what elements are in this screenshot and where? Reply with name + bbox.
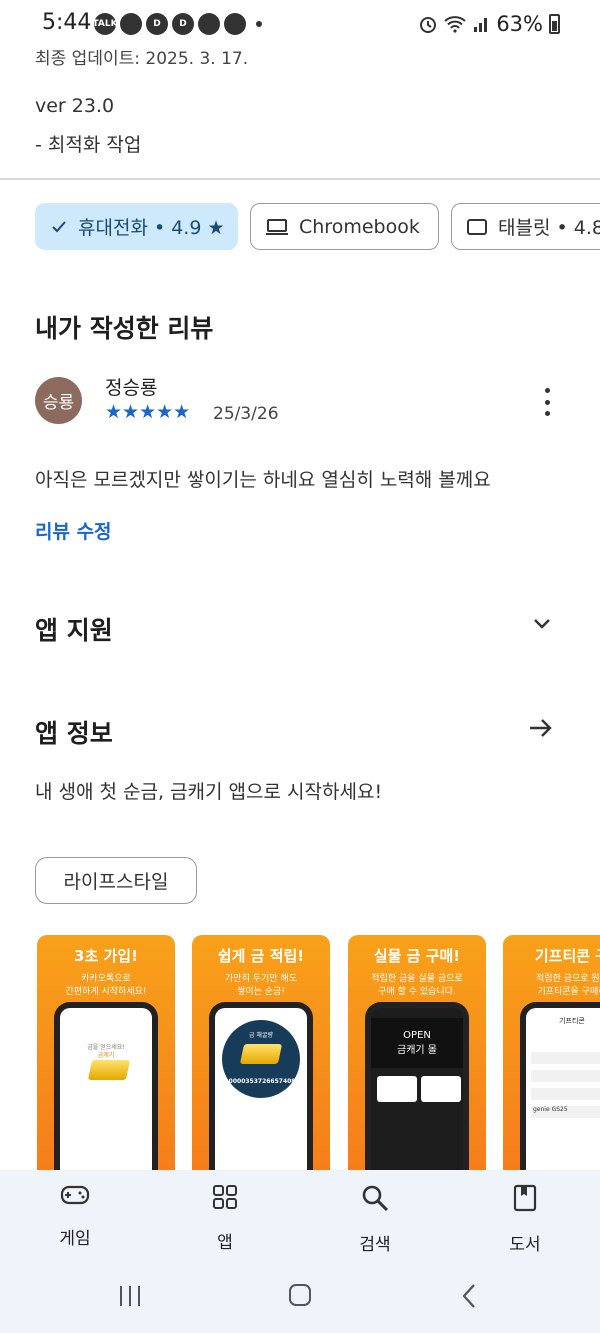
screenshot-1[interactable]: 3초 가입! 카카오톡으로 간편하게 시작하세요! 금을 얻으세요! 금캐기 xyxy=(37,935,175,1175)
apps-grid-icon xyxy=(213,1185,237,1209)
wifi-icon xyxy=(444,16,466,33)
screenshot-subtitle: 적립한 금으로 원하 기프티콘을 구매하 xyxy=(507,973,600,999)
screenshot-sub-line: 적립한 금으로 원하 기프티콘을 구매하 xyxy=(536,974,600,997)
chat-bubble-icon xyxy=(120,13,142,35)
home-button[interactable] xyxy=(289,1284,311,1306)
phone-mockup: OPEN 금캐기 몰 xyxy=(365,1002,469,1175)
notification-icons: TALK D D xyxy=(92,13,262,35)
phone-mockup: 금 채굴량 0.000035372665740​8g xyxy=(209,1002,313,1175)
d-app-icon: D xyxy=(146,13,168,35)
phone-mockup: 기프티콘 genie GS25 xyxy=(520,1002,600,1175)
nav-label: 게임 xyxy=(59,1229,91,1249)
gift-rows: genie GS25 xyxy=(531,1052,600,1124)
mining-circle: 금 채굴량 0.000035372665740​8g xyxy=(222,1020,300,1098)
screenshot-subtitle: 적립한 금을 실물 금으로 구매 할 수 있습니다. xyxy=(352,973,482,999)
signal-icon xyxy=(474,18,488,32)
phone-screen: 기프티콘 genie GS25 xyxy=(526,1008,600,1175)
last-updated: 최종 업데이트: 2025. 3. 17. xyxy=(35,49,249,69)
chip-phone[interactable]: 휴대전화 • 4.9 ★ xyxy=(35,203,238,250)
phone-screen: 금 채굴량 0.000035372665740​8g xyxy=(215,1008,307,1175)
chat-bubble-icon xyxy=(224,13,246,35)
alarm-icon xyxy=(420,17,437,33)
screenshot-title: 쉽게 금 적립! xyxy=(217,947,305,965)
screen-text: 기프티콘 xyxy=(559,1017,585,1025)
product-cards xyxy=(377,1076,461,1102)
gamepad-icon xyxy=(60,1185,90,1205)
reviewer-name: 정승룡 xyxy=(105,377,158,399)
section-divider xyxy=(0,178,600,180)
screen-text: 금 채굴량 xyxy=(249,1032,273,1039)
screenshot-4[interactable]: 기프티콘 구 적립한 금으로 원하 기프티콘을 구매하 기프티콘 genie G… xyxy=(503,935,600,1175)
phone-screen: OPEN 금캐기 몰 xyxy=(371,1008,463,1175)
recent-apps-button[interactable] xyxy=(120,1286,140,1306)
nav-books[interactable]: 도서 xyxy=(475,1184,575,1255)
screen-text: 금캐기 xyxy=(97,1052,115,1059)
gallery-icon xyxy=(198,13,220,35)
status-right: 63% xyxy=(418,12,560,36)
phone-mockup: 금을 얻으세요! 금캐기 xyxy=(54,1002,158,1175)
tablet-icon xyxy=(467,218,487,235)
app-support-title[interactable]: 앱 지원 xyxy=(35,611,113,647)
device-filter-chips: 휴대전화 • 4.9 ★ Chromebook 태블릿 • 4.8 xyxy=(35,203,600,251)
screenshot-2[interactable]: 쉽게 금 적립! 가만히 두기만 해도 쌓이는 순금! 금 채굴량 0.0000… xyxy=(192,935,330,1175)
nav-label: 검색 xyxy=(359,1235,391,1255)
nav-apps[interactable]: 앱 xyxy=(175,1184,275,1253)
screenshot-subtitle: 가만히 두기만 해도 쌓이는 순금! xyxy=(196,973,326,999)
edit-review-link[interactable]: 리뷰 수정 xyxy=(35,517,112,544)
chip-label: 태블릿 • 4.8 xyxy=(498,217,600,239)
nav-search[interactable]: 검색 xyxy=(325,1184,425,1255)
review-date: 25/3/26 xyxy=(213,404,279,424)
chip-tablet[interactable]: 태블릿 • 4.8 xyxy=(451,203,600,250)
system-nav-bar xyxy=(0,1280,600,1320)
chevron-down-icon[interactable] xyxy=(530,612,554,636)
more-notifications-dot xyxy=(256,21,262,27)
screenshot-3[interactable]: 실물 금 구매! 적립한 금을 실물 금으로 구매 할 수 있습니다. OPEN… xyxy=(348,935,486,1175)
my-review-title: 내가 작성한 리뷰 xyxy=(35,314,214,343)
screenshot-sub-line: 카카오톡으로 간편하게 시작하세요! xyxy=(65,974,147,997)
nav-label: 앱 xyxy=(217,1233,233,1253)
nav-games[interactable]: 게임 xyxy=(25,1184,125,1249)
chip-label: Chromebook xyxy=(299,215,420,238)
more-options-icon[interactable] xyxy=(536,388,558,416)
screenshot-subtitle: 카카오톡으로 간편하게 시작하세요! xyxy=(41,973,171,999)
search-icon xyxy=(362,1185,389,1212)
screenshot-sub-line: 적립한 금을 실물 금으로 구매 할 수 있습니다. xyxy=(371,974,463,997)
laptop-icon xyxy=(266,218,288,235)
status-bar: 5:44 TALK D D 63% xyxy=(0,0,600,48)
nav-label: 도서 xyxy=(509,1235,541,1255)
brand-row: genie GS25 xyxy=(531,1106,600,1118)
chip-chromebook[interactable]: Chromebook xyxy=(250,203,439,250)
status-time: 5:44 xyxy=(42,10,92,35)
review-text: 아직은 모르겠지만 쌓이기는 하네요 열심히 노력해 볼께요 xyxy=(35,469,491,491)
screenshot-sub-line: 가만히 두기만 해도 쌓이는 순금! xyxy=(225,974,297,997)
phone-screen: 금을 얻으세요! 금캐기 xyxy=(60,1008,152,1175)
version-text: ver 23.0 xyxy=(35,95,115,117)
gold-bar-image xyxy=(87,1060,131,1080)
category-chip[interactable]: 라이프스타일 xyxy=(35,857,197,904)
app-info-title[interactable]: 앱 정보 xyxy=(35,714,113,750)
open-banner: OPEN 금캐기 몰 xyxy=(371,1018,463,1068)
mined-value: 0.000035372665740​8g xyxy=(222,1078,300,1085)
screenshot-carousel[interactable]: 3초 가입! 카카오톡으로 간편하게 시작하세요! 금을 얻으세요! 금캐기 쉽… xyxy=(37,935,600,1175)
app-description: 내 생애 첫 순금, 금캐기 앱으로 시작하세요! xyxy=(35,781,383,803)
screenshot-title: 기프티콘 구 xyxy=(534,947,600,965)
bottom-nav: 게임 앱 검색 도서 xyxy=(0,1170,600,1333)
rating-stars: ★★★★★ xyxy=(105,401,191,423)
chip-label: 휴대전화 • 4.9 ★ xyxy=(78,217,225,239)
banner-line: OPEN xyxy=(403,1030,431,1041)
back-button[interactable] xyxy=(460,1282,478,1310)
banner-line: 금캐기 몰 xyxy=(397,1045,437,1056)
check-icon xyxy=(52,220,66,232)
book-icon xyxy=(513,1184,537,1212)
version-note: - 최적화 작업 xyxy=(35,134,142,156)
kakaotalk-icon: TALK xyxy=(92,13,118,35)
battery-percent: 63% xyxy=(496,12,543,36)
screenshot-title: 3초 가입! xyxy=(74,947,138,965)
d-app-icon: D xyxy=(172,13,194,35)
avatar: 승룡 xyxy=(35,377,82,424)
gold-bar-image xyxy=(239,1044,283,1064)
battery-icon xyxy=(549,14,560,34)
screenshot-title: 실물 금 구매! xyxy=(373,947,461,965)
arrow-right-icon[interactable] xyxy=(528,716,554,740)
